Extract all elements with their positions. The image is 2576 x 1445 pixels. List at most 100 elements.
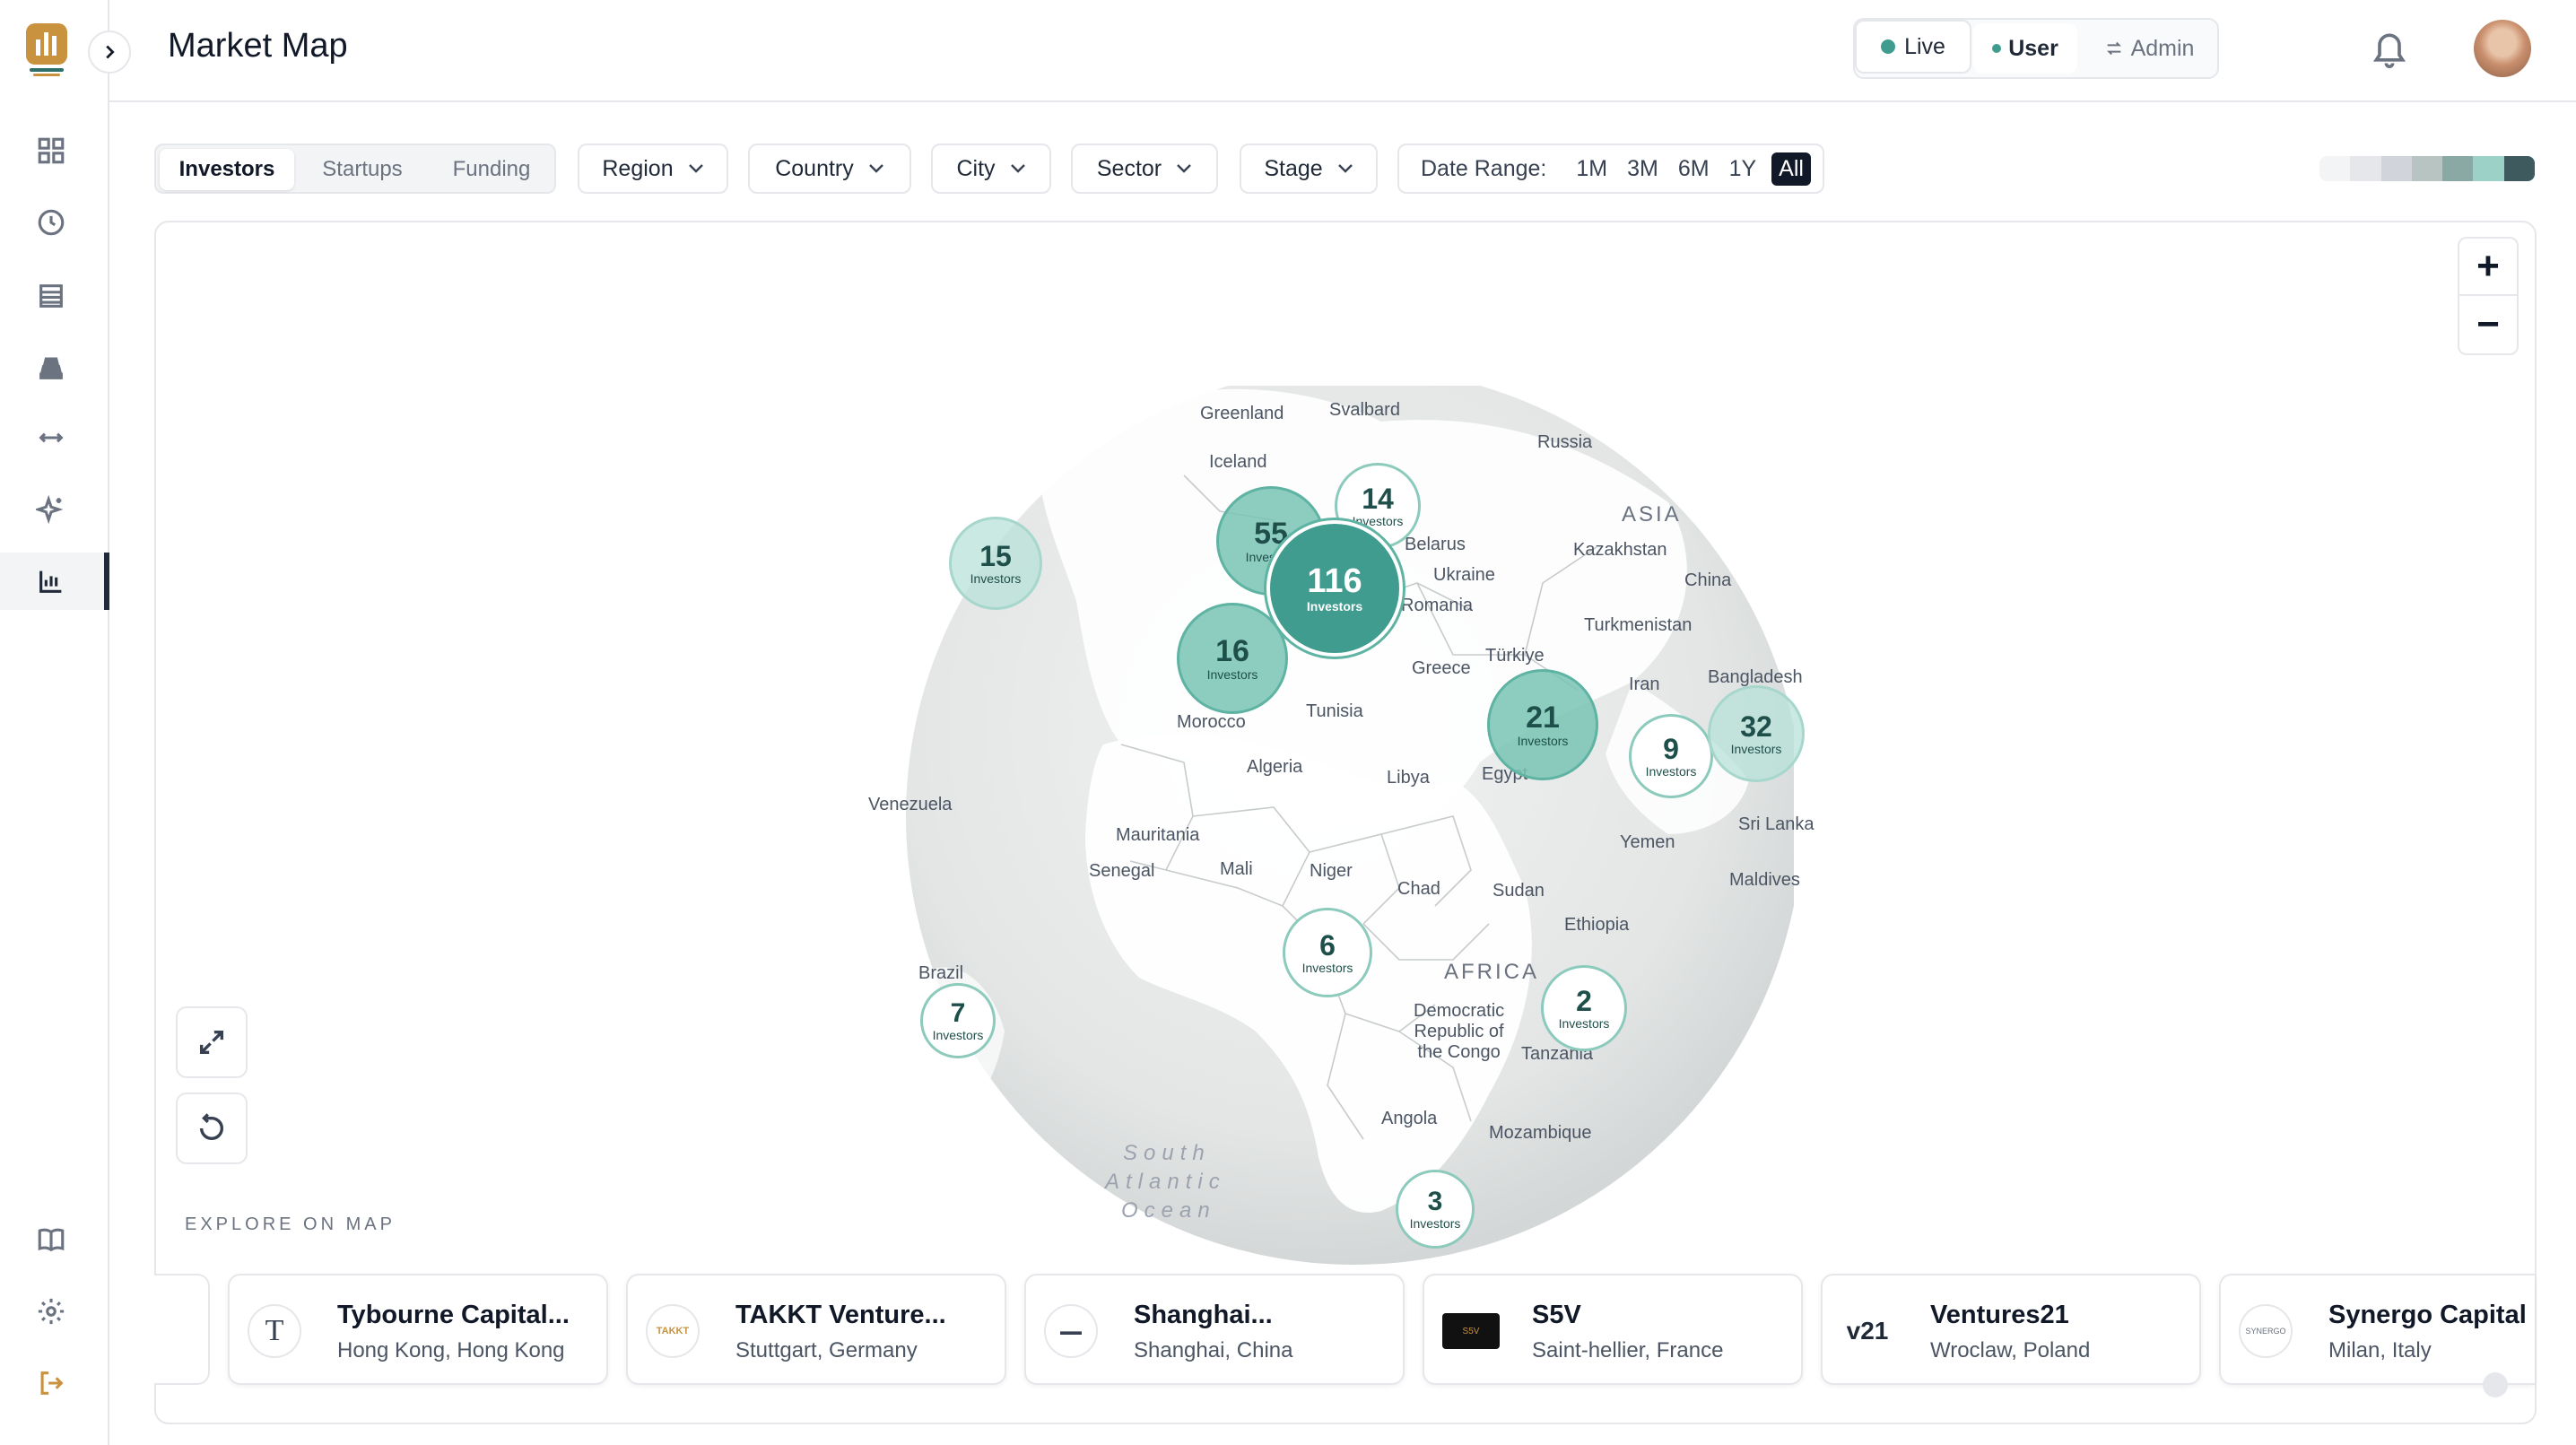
cluster-marker[interactable]: 16 Investors [1177, 603, 1288, 714]
legend-swatch [2442, 156, 2474, 181]
date-option-1y[interactable]: 1Y [1729, 156, 1757, 182]
label-svalbard: Svalbard [1329, 400, 1400, 420]
label-russia: Russia [1537, 432, 1593, 452]
tab-startups[interactable]: Startups [300, 149, 425, 190]
cluster-label: Investors [970, 571, 1022, 586]
sector-label: Sector [1096, 155, 1162, 181]
label-belarus: Belarus [1405, 535, 1466, 554]
user-label: User [2008, 35, 2058, 61]
label-angola: Angola [1381, 1109, 1438, 1128]
funnel-stack-icon[interactable] [33, 350, 69, 386]
cluster-count: 16 [1215, 634, 1249, 668]
investor-card-partial[interactable] [154, 1274, 210, 1385]
sidebar-toggle-button[interactable] [88, 30, 131, 74]
zoom-out-button[interactable]: − [2459, 296, 2517, 353]
chevron-down-icon [1337, 164, 1353, 173]
user-avatar[interactable] [2474, 20, 2531, 77]
investor-card[interactable]: SYNERGO Synergo Capital Milan, Italy [2219, 1274, 2535, 1385]
cluster-label: Investors [932, 1028, 984, 1042]
cluster-marker[interactable]: 6 Investors [1283, 908, 1372, 997]
investor-card[interactable]: ▬▬ Shanghai... Shanghai, China [1024, 1274, 1405, 1385]
table-icon[interactable] [33, 278, 69, 314]
cluster-count: 9 [1663, 733, 1679, 765]
label-maldives: Maldives [1729, 870, 1800, 890]
fullscreen-button[interactable] [176, 1006, 248, 1078]
investor-logo: T [248, 1304, 301, 1358]
legend-swatch [2319, 156, 2351, 181]
notification-bell-icon[interactable] [2370, 27, 2409, 70]
label-iceland: Iceland [1209, 452, 1267, 472]
cluster-label: Investors [1558, 1016, 1610, 1031]
label-mauritania: Mauritania [1116, 825, 1200, 845]
entity-tabs: Investors Startups Funding [154, 144, 556, 194]
stage-dropdown[interactable]: Stage [1240, 144, 1378, 194]
investor-card[interactable]: TAKKT TAKKT Venture... Stuttgart, German… [626, 1274, 1006, 1385]
city-label: City [956, 155, 996, 181]
cluster-marker[interactable]: 2 Investors [1541, 965, 1627, 1051]
live-button[interactable]: Live [1855, 20, 1971, 74]
label-iran: Iran [1629, 675, 1660, 694]
label-brazil: Brazil [918, 963, 964, 983]
label-drc: Democratic Republic of the Congo [1414, 1001, 1505, 1062]
sidebar [0, 0, 109, 1445]
user-mode-button[interactable]: User [1973, 23, 2077, 74]
cluster-marker[interactable]: 3 Investors [1396, 1170, 1475, 1249]
date-option-3m[interactable]: 3M [1627, 156, 1658, 182]
date-option-1m[interactable]: 1M [1576, 156, 1607, 182]
investor-name: Shanghai... [1134, 1301, 1273, 1329]
admin-mode-button[interactable]: Admin [2086, 23, 2212, 74]
legend-swatch [2350, 156, 2381, 181]
chevron-down-icon [1177, 164, 1191, 173]
date-range-label: Date Range: [1421, 155, 1547, 181]
admin-label: Admin [2130, 35, 2195, 61]
investor-card[interactable]: v21 Ventures21 Wroclaw, Poland [1821, 1274, 2201, 1385]
reset-view-button[interactable] [176, 1092, 248, 1164]
chevron-down-icon [868, 164, 883, 173]
cluster-label: Investors [1206, 667, 1258, 682]
compare-arrows-icon[interactable] [33, 420, 69, 456]
attribution-info-icon[interactable] [2483, 1372, 2508, 1397]
date-option-all[interactable]: All [1771, 152, 1811, 186]
cluster-marker[interactable]: 21 Investors [1487, 669, 1598, 780]
tab-funding[interactable]: Funding [431, 149, 553, 190]
cluster-count: 6 [1319, 929, 1336, 962]
sector-dropdown[interactable]: Sector [1071, 144, 1218, 194]
page-title: Market Map [168, 27, 348, 65]
rotate-ccw-icon [199, 1113, 223, 1140]
stage-label: Stage [1264, 155, 1323, 181]
logout-icon[interactable] [33, 1365, 69, 1401]
label-tunisia: Tunisia [1306, 701, 1363, 721]
city-dropdown[interactable]: City [931, 144, 1051, 194]
investor-card[interactable]: S5V S5V Saint-hellier, France [1423, 1274, 1803, 1385]
investor-name: Tybourne Capital... [337, 1301, 570, 1329]
chevron-right-icon [106, 45, 115, 59]
label-romania: Romania [1401, 596, 1474, 615]
label-ocean-atlantic: Atlantic [1105, 1170, 1226, 1194]
sparkle-icon[interactable] [33, 492, 69, 527]
settings-gear-icon[interactable] [33, 1293, 69, 1329]
label-kazakhstan: Kazakhstan [1573, 540, 1667, 560]
label-niger: Niger [1310, 861, 1353, 881]
cluster-marker[interactable]: 116 Investors [1266, 520, 1403, 657]
country-dropdown[interactable]: Country [748, 144, 911, 194]
investor-card[interactable]: T Tybourne Capital... Hong Kong, Hong Ko… [228, 1274, 608, 1385]
zoom-in-button[interactable]: + [2459, 239, 2517, 296]
cluster-marker[interactable]: 9 Investors [1629, 714, 1713, 798]
book-icon[interactable] [33, 1222, 69, 1258]
cluster-marker[interactable]: 32 Investors [1708, 685, 1805, 782]
bar-chart-icon[interactable] [33, 563, 69, 599]
history-icon[interactable] [33, 205, 69, 240]
investor-location: Stuttgart, Germany [735, 1338, 918, 1362]
country-label: Country [775, 155, 854, 181]
legend-swatch [2380, 156, 2412, 181]
date-option-6m[interactable]: 6M [1678, 156, 1710, 182]
tab-investors[interactable]: Investors [160, 149, 294, 190]
chevron-down-icon [688, 164, 703, 173]
dashboard-icon[interactable] [33, 133, 69, 169]
app-logo[interactable] [24, 22, 69, 77]
cluster-marker[interactable]: 15 Investors [949, 517, 1042, 610]
region-dropdown[interactable]: Region [578, 144, 728, 194]
label-ethiopia: Ethiopia [1564, 915, 1630, 935]
cluster-count: 116 [1307, 562, 1362, 600]
cluster-marker[interactable]: 7 Investors [920, 983, 996, 1058]
